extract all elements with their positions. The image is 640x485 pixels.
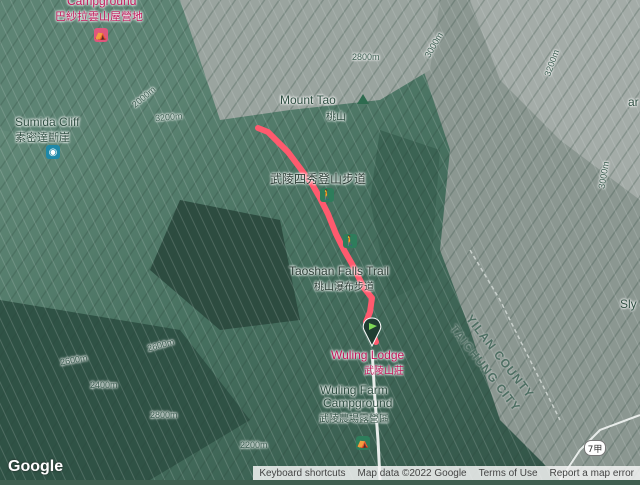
google-logo: Google <box>8 458 64 475</box>
sumida-cliff-label[interactable]: Sumida Cliff <box>15 115 79 129</box>
wuling-lodge-zh-label[interactable]: 武陵山莊 <box>364 362 404 377</box>
contour-label: 2800m <box>150 410 178 420</box>
camera-icon[interactable]: ◉ <box>46 145 60 159</box>
wuling-farm-zh-label[interactable]: 武陵農場露營區 <box>319 410 389 425</box>
report-error-link[interactable]: Report a map error <box>544 468 640 479</box>
terms-link[interactable]: Terms of Use <box>473 468 544 479</box>
sumida-cliff-zh-label[interactable]: 素密達斷崖 <box>15 129 70 145</box>
taoshan-falls-label[interactable]: Taoshan Falls Trail <box>289 264 389 278</box>
contour-label: 2800m <box>352 52 380 62</box>
map-footer: Keyboard shortcuts Map data ©2022 Google… <box>253 466 640 480</box>
campground-icon[interactable]: ⛺ <box>94 28 108 42</box>
campground-icon[interactable]: ⛺ <box>356 436 370 450</box>
wuling-trail-zh-label[interactable]: 武陵四秀登山步道 <box>270 170 366 187</box>
edge-right-label[interactable]: Sly <box>620 297 637 311</box>
edge-top-right-label: ar <box>628 95 639 109</box>
campground-top-zh-label[interactable]: 巴紗拉雲山屋營地 <box>55 8 143 24</box>
wuling-lodge-label[interactable]: Wuling Lodge <box>331 348 404 362</box>
hiking-icon[interactable]: 🚶 <box>343 234 357 248</box>
contour-label: 2200m <box>240 440 268 450</box>
mount-tao-label[interactable]: Mount Tao <box>280 93 336 107</box>
road-shield: 7甲 <box>584 440 606 456</box>
contour-label: 2400m <box>90 380 118 390</box>
mount-tao-zh-label[interactable]: 桃山 <box>326 108 346 123</box>
wuling-farm-label[interactable]: Wuling Farm <box>320 383 388 397</box>
wuling-farm-campground-label[interactable]: Campground <box>323 396 392 410</box>
map-data-label: Map data ©2022 Google <box>357 467 467 479</box>
campground-top-label[interactable]: Campground <box>67 0 136 8</box>
taoshan-falls-zh-label[interactable]: 桃山瀑布步道 <box>314 278 374 293</box>
keyboard-shortcuts-link[interactable]: Keyboard shortcuts <box>253 468 351 479</box>
hiking-icon[interactable]: 🚶 <box>320 188 334 202</box>
